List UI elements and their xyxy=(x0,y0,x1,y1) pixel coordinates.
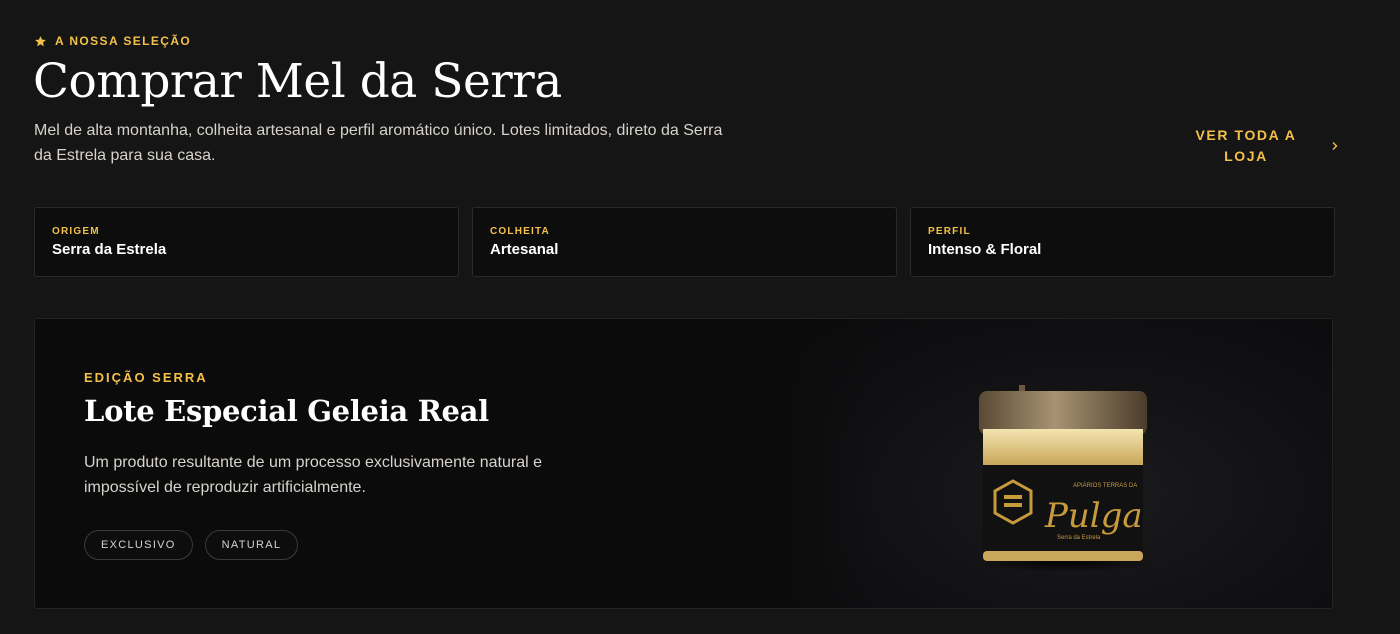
jar-label-brand: Pulga xyxy=(1044,496,1143,536)
page-subtitle: Mel de alta montanha, colheita artesanal… xyxy=(34,122,723,164)
fact-label: PERFIL xyxy=(928,226,971,237)
feature-title: Lote Especial Geleia Real xyxy=(84,394,489,428)
honey-jar-image: APIÁRIOS TERRAS DA Pulga Serra da Estrel… xyxy=(973,385,1153,572)
view-shop-label: VER TODA A LOJA xyxy=(1195,127,1297,164)
fact-value: Intenso & Floral xyxy=(928,241,1042,258)
fact-card-origin: ORIGEM Serra da Estrela xyxy=(34,207,459,277)
fact-card-profile: PERFIL Intenso & Floral xyxy=(910,207,1335,277)
image-fade xyxy=(755,319,875,608)
eyebrow-label: A NOSSA SELEÇÃO xyxy=(55,34,192,48)
fact-value: Artesanal xyxy=(490,241,559,258)
tag-natural: NATURAL xyxy=(204,530,299,560)
view-shop-link[interactable]: VER TODA A LOJA xyxy=(1180,125,1340,167)
star-icon xyxy=(35,35,46,46)
fact-label: ORIGEM xyxy=(52,226,100,237)
feature-description: Um produto resultante de um processo exc… xyxy=(84,454,543,496)
section-eyebrow: A NOSSA SELEÇÃO xyxy=(34,34,191,48)
fact-label: COLHEITA xyxy=(490,226,550,237)
featured-product-card[interactable]: EDIÇÃO SERRA Lote Especial Geleia Real U… xyxy=(34,318,1333,609)
tag-exclusive: EXCLUSIVO xyxy=(84,530,193,560)
chevron-right-icon xyxy=(1332,142,1338,150)
facts-row: ORIGEM Serra da Estrela COLHEITA Artesan… xyxy=(34,207,1335,277)
jar-label-small: APIÁRIOS TERRAS DA xyxy=(1073,482,1137,489)
jar-label-sub: Serra da Estrela xyxy=(1057,535,1101,541)
page-title: Comprar Mel da Serra xyxy=(33,54,562,109)
fact-value: Serra da Estrela xyxy=(52,241,167,258)
feature-tags: EXCLUSIVO NATURAL xyxy=(84,530,299,560)
feature-eyebrow: EDIÇÃO SERRA xyxy=(84,370,208,385)
fact-card-harvest: COLHEITA Artesanal xyxy=(472,207,897,277)
